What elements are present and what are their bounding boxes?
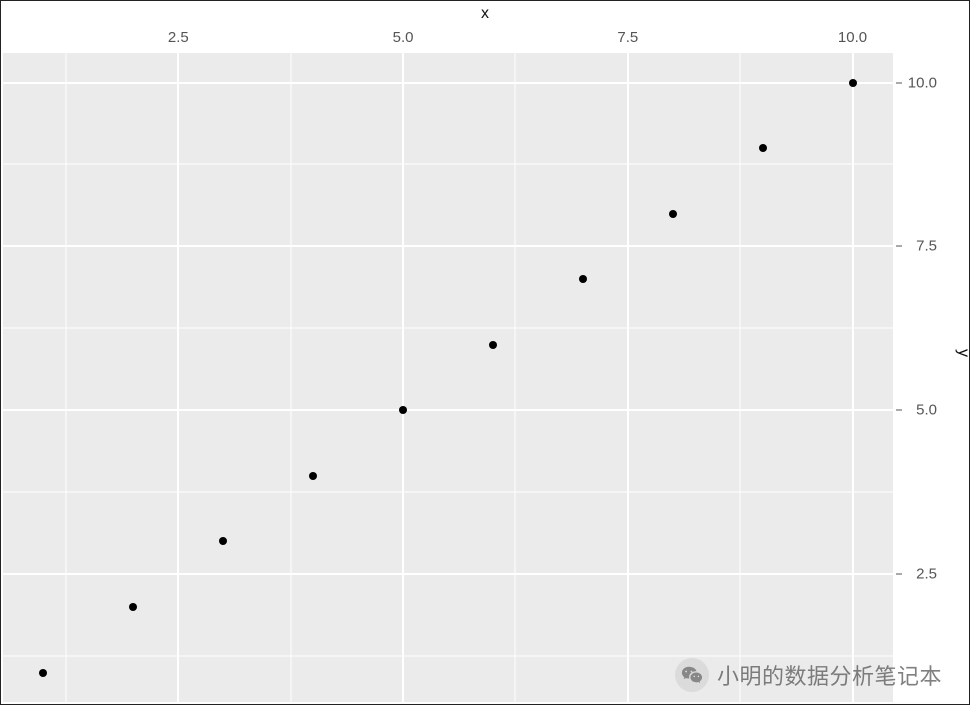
data-point <box>759 144 767 152</box>
watermark-text: 小明的数据分析笔记本 <box>717 659 942 691</box>
data-point <box>579 275 587 283</box>
y-axis-title: y <box>954 349 970 357</box>
grid-line <box>3 245 893 247</box>
data-point <box>849 79 857 87</box>
grid-line <box>627 53 629 702</box>
data-point <box>219 537 227 545</box>
y-tick-label: 5.0 <box>916 402 937 419</box>
grid-line <box>515 53 516 702</box>
watermark: 小明的数据分析笔记本 <box>675 658 942 692</box>
grid-line <box>3 164 893 165</box>
grid-line <box>3 573 893 575</box>
grid-line <box>3 492 893 493</box>
data-point <box>129 603 137 611</box>
x-tick-label: 7.5 <box>617 29 638 46</box>
grid-line <box>402 53 404 702</box>
data-point <box>39 669 47 677</box>
chart: x 2.5 5.0 7.5 10.0 2.5 5.0 7.5 10.0 y <box>0 0 970 705</box>
y-tick-mark <box>896 574 902 575</box>
y-tick-label: 7.5 <box>916 238 937 255</box>
grid-line <box>3 82 893 84</box>
grid-line <box>65 53 66 702</box>
data-point <box>309 472 317 480</box>
data-point <box>399 406 407 414</box>
grid-line <box>852 53 854 702</box>
y-tick-mark <box>896 410 902 411</box>
x-axis-title: x <box>1 5 969 23</box>
data-point <box>489 341 497 349</box>
x-tick-label: 10.0 <box>838 29 867 46</box>
grid-line <box>740 53 741 702</box>
y-tick-mark <box>896 246 902 247</box>
plot-panel <box>3 53 893 702</box>
wechat-icon <box>675 658 709 692</box>
x-tick-label: 2.5 <box>168 29 189 46</box>
y-tick-label: 10.0 <box>908 74 937 91</box>
y-tick-mark <box>896 82 902 83</box>
data-point <box>669 210 677 218</box>
x-tick-label: 5.0 <box>393 29 414 46</box>
grid-line <box>3 328 893 329</box>
grid-line <box>177 53 179 702</box>
grid-line <box>290 53 291 702</box>
grid-line <box>3 656 893 657</box>
y-tick-label: 2.5 <box>916 566 937 583</box>
grid-line <box>3 409 893 411</box>
